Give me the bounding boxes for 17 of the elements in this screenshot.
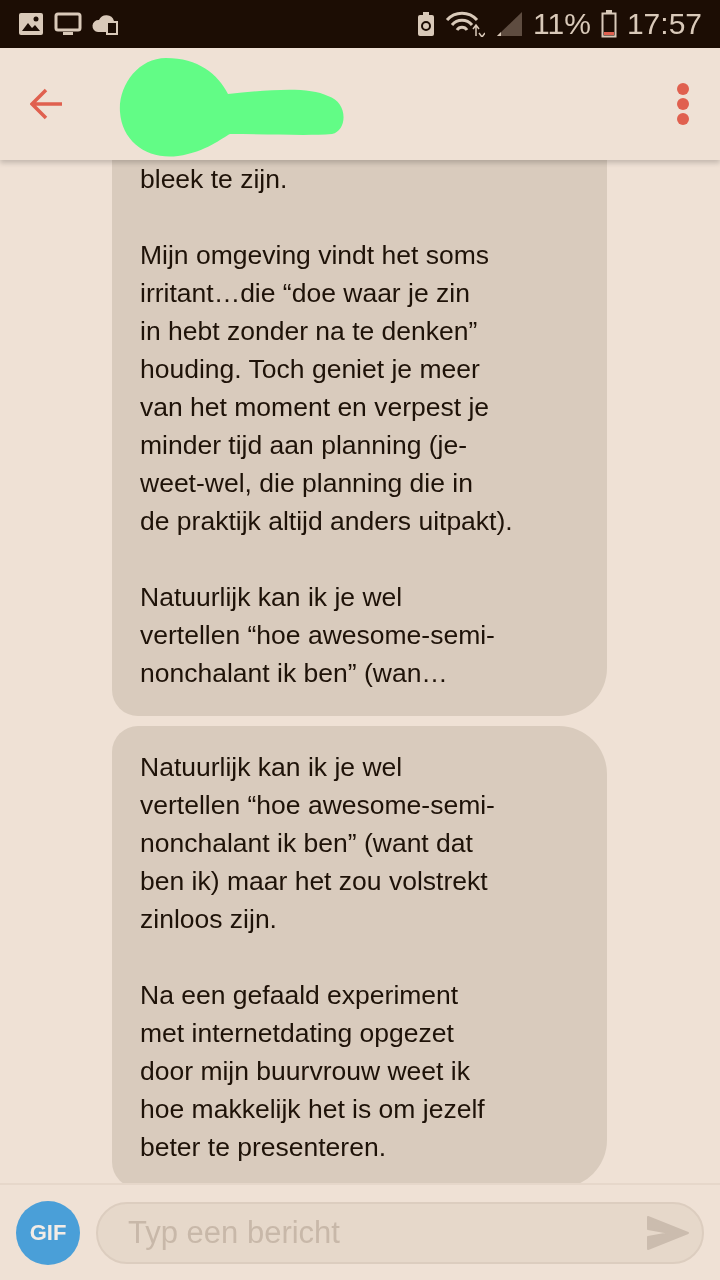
cloud-icon bbox=[92, 12, 120, 36]
message-text: Natuurlijk kan ik je wel vertellen “hoe awesome-semi- nonchalant ik ben” (wan… bbox=[140, 581, 496, 690]
battery-icon bbox=[600, 10, 617, 38]
message-text: Natuurlijk kan ik je wel vertellen “hoe awesome-semi- nonchalant ik ben” (want dat ben ik) maar het zou volstrekt zinloos zijn. bbox=[140, 751, 496, 936]
more-options-icon bbox=[676, 82, 690, 126]
message-text: Mijn omgeving vindt het soms irritant…die “doe waar je zin in hebt zonder na te denken” houding. Toch geniet je meer van het moment en verpest je minder tijd aan planning (je- weet-wel, die planning die in de praktijk altijd anders uitpakt). bbox=[140, 239, 514, 538]
gif-button[interactable]: GIF bbox=[16, 1200, 80, 1265]
monitor-icon bbox=[54, 12, 82, 36]
battery-saver-icon bbox=[417, 11, 436, 37]
wifi-icon bbox=[445, 11, 486, 37]
clock: 17:57 bbox=[626, 7, 702, 41]
signal-icon bbox=[495, 11, 524, 37]
message-text: bleek te zijn. bbox=[140, 163, 289, 196]
gallery-icon bbox=[18, 12, 44, 36]
battery-percentage: 11% bbox=[533, 7, 591, 41]
back-arrow-icon bbox=[30, 88, 64, 120]
message-text: Na een gefaald experiment met internetdating opgezet door mijn buurvrouw weet ik hoe makkelijk het is om jezelf beter te presenteren. bbox=[140, 979, 486, 1164]
